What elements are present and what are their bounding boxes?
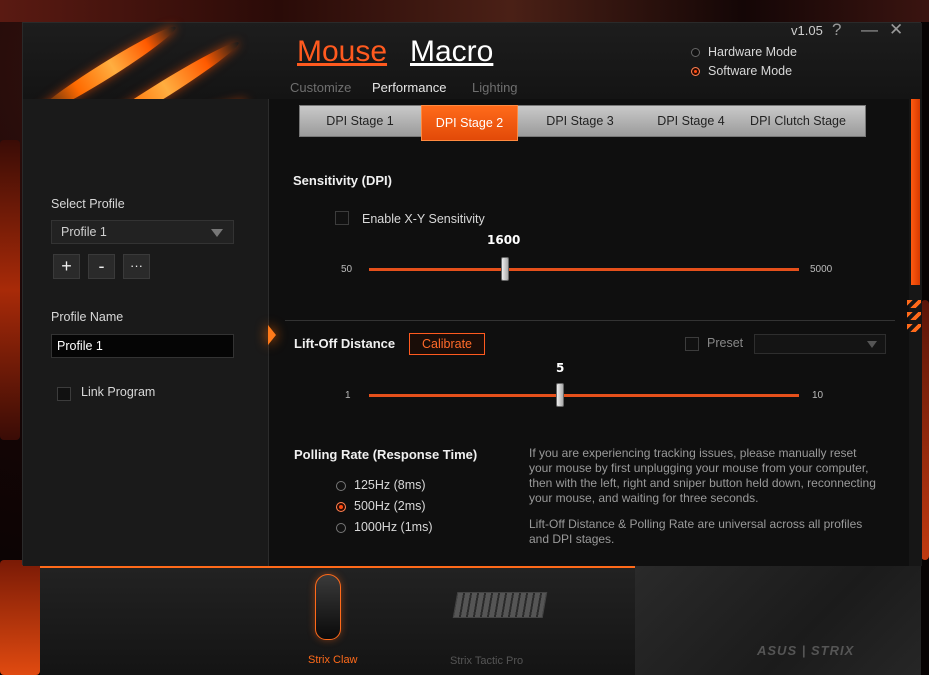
keyboard-image <box>452 592 548 618</box>
strix-tactic-pro-device[interactable]: Strix Tactic Pro <box>450 588 560 672</box>
chevron-down-icon <box>867 341 877 348</box>
panel-pointer-icon <box>268 325 276 345</box>
dpi-slider-track[interactable] <box>369 268 799 271</box>
strix-tactic-pro-label: Strix Tactic Pro <box>450 655 524 667</box>
hardware-mode-option[interactable]: Hardware Mode <box>691 45 797 59</box>
liftoff-min: 1 <box>345 390 351 401</box>
dpi-value: 1600 <box>487 233 521 247</box>
branding-area <box>635 566 921 675</box>
main-window: Mouse Macro Customize Performance Lighti… <box>22 20 922 566</box>
preset-select[interactable] <box>754 334 886 354</box>
polling-1000-radio[interactable] <box>336 523 346 533</box>
link-program-checkbox[interactable] <box>57 387 71 401</box>
mouse-image <box>315 574 341 640</box>
background-glow <box>0 560 40 675</box>
liftoff-value: 5 <box>556 361 565 375</box>
preset-checkbox[interactable] <box>685 337 699 351</box>
sensitivity-title: Sensitivity (DPI) <box>293 173 392 188</box>
dpi-stage-tabs: DPI Stage 1 DPI Stage 2 DPI Stage 3 DPI … <box>299 105 866 141</box>
liftoff-title: Lift-Off Distance <box>294 336 396 351</box>
hardware-mode-label: Hardware Mode <box>708 45 797 59</box>
more-options-button[interactable]: ··· <box>123 254 150 279</box>
polling-1000-label: 1000Hz (1ms) <box>354 520 433 534</box>
polling-500-label: 500Hz (2ms) <box>354 499 426 513</box>
polling-500-radio[interactable] <box>336 502 346 512</box>
profile-name-label: Profile Name <box>51 310 124 324</box>
dpi-slider-thumb[interactable] <box>501 257 509 281</box>
liftoff-slider-thumb[interactable] <box>556 383 564 407</box>
radio-selected-icon <box>691 66 700 76</box>
software-mode-option[interactable]: Software Mode <box>691 64 792 78</box>
nav-mouse[interactable]: Mouse <box>297 35 387 69</box>
nav-macro[interactable]: Macro <box>410 35 493 69</box>
software-mode-label: Software Mode <box>708 64 793 78</box>
device-bar: Strix Claw Strix Tactic Pro <box>40 566 635 675</box>
tab-performance[interactable]: Performance <box>372 80 446 95</box>
tab-dpi-stage-3[interactable]: DPI Stage 3 <box>519 106 641 136</box>
select-profile-label: Select Profile <box>51 197 125 211</box>
background-glow <box>921 300 929 560</box>
asus-strix-logo: ASUS | STRIX <box>757 643 855 658</box>
decor-stripe <box>907 312 921 320</box>
liftoff-max: 10 <box>812 390 824 401</box>
polling-125-radio[interactable] <box>336 481 346 491</box>
liftoff-slider-track[interactable] <box>369 394 799 397</box>
xy-sensitivity-checkbox[interactable] <box>335 211 349 225</box>
strix-claw-label: Strix Claw <box>308 654 358 666</box>
tab-dpi-clutch-stage[interactable]: DPI Clutch Stage <box>741 106 855 136</box>
link-program-label: Link Program <box>81 385 156 399</box>
help-button[interactable]: ? <box>832 20 841 40</box>
tab-lighting[interactable]: Lighting <box>472 80 518 95</box>
background-art <box>0 0 929 22</box>
section-divider <box>285 320 895 321</box>
polling-125-label: 125Hz (8ms) <box>354 478 426 492</box>
calibrate-button[interactable]: Calibrate <box>409 333 485 355</box>
remove-profile-button[interactable]: - <box>88 254 115 279</box>
profile-select[interactable]: Profile 1 <box>51 220 234 244</box>
add-profile-button[interactable]: + <box>53 254 80 279</box>
scrollbar[interactable] <box>909 99 922 566</box>
tab-dpi-stage-1[interactable]: DPI Stage 1 <box>300 106 420 136</box>
close-button[interactable]: ✕ <box>889 20 903 40</box>
version-label: v1.05 <box>791 23 823 38</box>
sidebar <box>23 99 269 566</box>
background-glow <box>0 140 20 440</box>
dpi-max: 5000 <box>810 264 833 275</box>
scrollbar-thumb[interactable] <box>911 99 920 285</box>
universal-info-text: Lift-Off Distance & Polling Rate are uni… <box>529 517 863 546</box>
tab-dpi-stage-4[interactable]: DPI Stage 4 <box>641 106 741 136</box>
xy-sensitivity-label: Enable X-Y Sensitivity <box>362 212 485 226</box>
tracking-info-text: If you are experiencing tracking issues,… <box>529 446 876 505</box>
chevron-down-icon <box>211 229 223 237</box>
title-bar: Mouse Macro Customize Performance Lighti… <box>23 20 922 169</box>
preset-label: Preset <box>707 336 744 350</box>
decor-stripe <box>907 324 921 332</box>
tab-dpi-stage-2[interactable]: DPI Stage 2 <box>421 105 518 141</box>
radio-icon <box>691 47 700 57</box>
strix-claw-device[interactable]: Strix Claw <box>295 572 365 672</box>
profile-name-input[interactable]: Profile 1 <box>51 334 234 358</box>
decor-stripe <box>907 300 921 308</box>
tab-customize[interactable]: Customize <box>290 80 351 95</box>
dpi-min: 50 <box>341 264 353 275</box>
minimize-button[interactable]: — <box>861 20 878 40</box>
polling-title: Polling Rate (Response Time) <box>294 447 478 462</box>
profile-select-value: Profile 1 <box>61 225 107 239</box>
